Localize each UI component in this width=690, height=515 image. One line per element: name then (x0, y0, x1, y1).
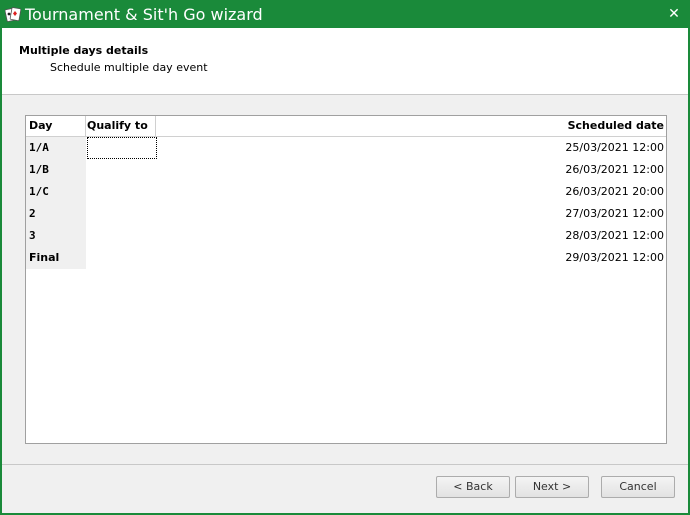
column-header-qualify[interactable]: Qualify to (87, 116, 156, 136)
wizard-header: Multiple days details Schedule multiple … (2, 28, 688, 95)
column-header-scheduled[interactable]: Scheduled date (568, 116, 664, 136)
cell-day: 1/C (29, 185, 49, 198)
cell-scheduled-date[interactable]: 28/03/2021 12:00 (565, 225, 664, 247)
cell-day: 1/A (29, 141, 49, 154)
cancel-button[interactable]: Cancel (601, 476, 675, 498)
cell-qualify[interactable] (87, 137, 157, 159)
wizard-window: Tournament & Sit'h Go wizard ✕ Multiple … (0, 0, 690, 515)
table-row[interactable]: 1/A 25/03/2021 12:00 (26, 137, 666, 159)
next-button[interactable]: Next > (515, 476, 589, 498)
cell-scheduled-date[interactable]: 26/03/2021 12:00 (565, 159, 664, 181)
cell-qualify[interactable] (87, 225, 155, 245)
page-subtitle: Schedule multiple day event (50, 61, 208, 74)
column-divider[interactable] (155, 116, 156, 136)
cell-day: 1/B (29, 163, 49, 176)
cell-day: 3 (29, 229, 36, 242)
column-header-day[interactable]: Day (29, 116, 84, 136)
days-grid[interactable]: Day Qualify to Scheduled date 1/A 25/03/… (25, 115, 667, 444)
window-title: Tournament & Sit'h Go wizard (25, 5, 263, 24)
cell-qualify[interactable] (87, 181, 155, 201)
cell-qualify[interactable] (87, 203, 155, 223)
table-row[interactable]: 2 27/03/2021 12:00 (26, 203, 666, 225)
cards-icon (4, 6, 22, 22)
cell-qualify[interactable] (87, 159, 155, 179)
cell-day: 2 (29, 207, 36, 220)
close-icon[interactable]: ✕ (666, 4, 682, 24)
cell-qualify[interactable] (87, 247, 155, 267)
table-row[interactable]: Final 29/03/2021 12:00 (26, 247, 666, 269)
cell-scheduled-date[interactable]: 29/03/2021 12:00 (565, 247, 664, 269)
cell-scheduled-date[interactable]: 27/03/2021 12:00 (565, 203, 664, 225)
table-row[interactable]: 1/B 26/03/2021 12:00 (26, 159, 666, 181)
cell-day: Final (29, 251, 60, 264)
back-button[interactable]: < Back (436, 476, 510, 498)
cell-scheduled-date[interactable]: 26/03/2021 20:00 (565, 181, 664, 203)
title-bar: Tournament & Sit'h Go wizard ✕ (0, 0, 690, 30)
column-divider[interactable] (85, 116, 86, 136)
table-row[interactable]: 3 28/03/2021 12:00 (26, 225, 666, 247)
cell-scheduled-date[interactable]: 25/03/2021 12:00 (565, 137, 664, 159)
table-row[interactable]: 1/C 26/03/2021 20:00 (26, 181, 666, 203)
page-title: Multiple days details (19, 44, 149, 57)
footer-divider (2, 464, 688, 465)
grid-header: Day Qualify to Scheduled date (26, 116, 666, 137)
